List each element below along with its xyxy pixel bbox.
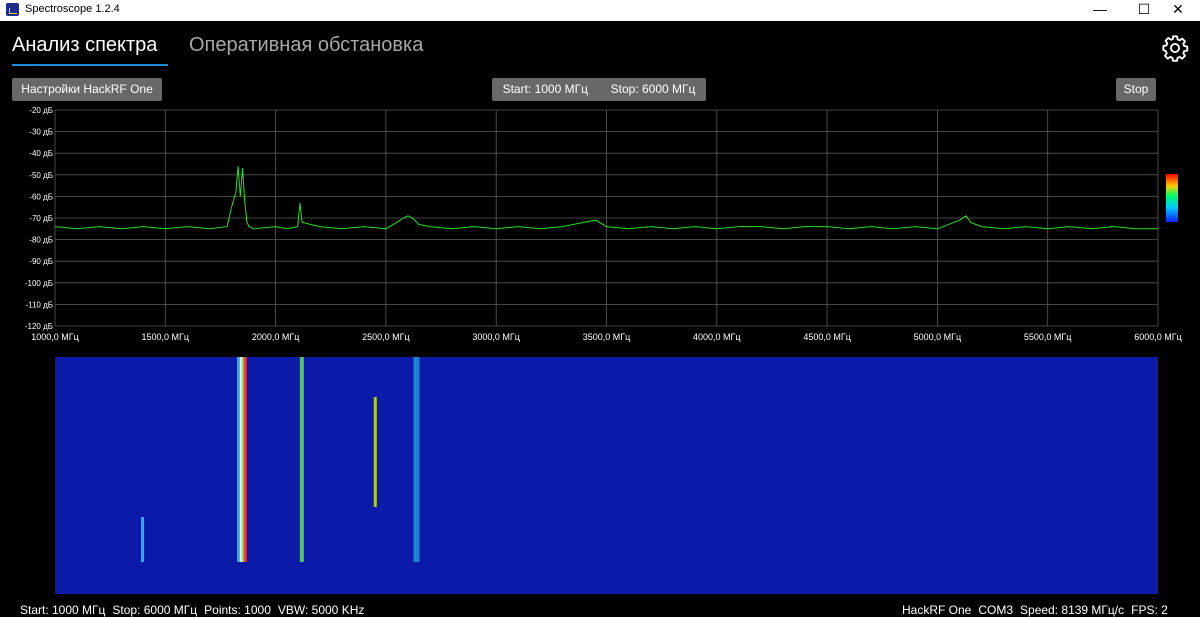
close-button[interactable]: ✕ — [1156, 0, 1200, 21]
y-tick-label: -110 дБ — [25, 300, 53, 309]
x-tick-label: 1000,0 МГц — [31, 332, 79, 342]
waterfall-signal-trace — [373, 397, 377, 507]
status-points: Points: 1000 — [204, 603, 271, 617]
status-device: HackRF One — [902, 603, 972, 617]
status-left: Start: 1000 МГц Stop: 6000 МГц Points: 100… — [20, 603, 371, 617]
status-vbw: VBW: 5000 KHz — [277, 603, 365, 617]
x-tick-label: 6000,0 МГц — [1134, 332, 1182, 342]
x-tick-label: 3000,0 МГц — [472, 332, 520, 342]
x-tick-label: 2000,0 МГц — [252, 332, 300, 342]
y-tick-label: -20 дБ — [29, 106, 53, 115]
waterfall-signal-trace — [413, 357, 420, 562]
waterfall-signal-trace — [299, 357, 304, 562]
x-tick-label: 3500,0 МГц — [583, 332, 631, 342]
stop-frequency-label: Stop: 6000 МГц — [610, 82, 696, 96]
x-tick-label: 1500,0 МГц — [142, 332, 190, 342]
x-axis-ticks: 1000,0 МГц 1500,0 МГц 2000,0 МГц 2500,0 МГц… — [31, 332, 1182, 342]
window-title: Spectroscope 1.2.4 — [25, 3, 120, 15]
chart-grid — [54, 109, 1159, 327]
y-tick-label: -30 дБ — [29, 128, 53, 137]
spectrum-chart: -20 дБ -30 дБ -40 дБ -50 дБ -60 дБ -70 дБ -80 … — [25, 106, 1182, 342]
frequency-range-button[interactable]: Start: 1000 МГц Stop: 6000 МГц — [492, 78, 706, 101]
status-start: Start: 1000 МГц — [20, 603, 106, 617]
y-axis-ticks: -20 дБ -30 дБ -40 дБ -50 дБ -60 дБ -70 дБ -80 … — [25, 106, 53, 331]
x-tick-label: 2500,0 МГц — [362, 332, 410, 342]
minimize-button[interactable]: — — [1078, 0, 1122, 21]
status-speed: Speed: 8139 МГц/с — [1020, 603, 1125, 617]
stop-button[interactable]: Stop — [1116, 78, 1156, 101]
x-tick-label: 4000,0 МГц — [693, 332, 741, 342]
y-tick-label: -70 дБ — [29, 214, 53, 223]
status-stop: Stop: 6000 МГц — [112, 603, 198, 617]
gear-icon[interactable] — [1161, 34, 1189, 62]
waterfall-signal-trace — [243, 357, 247, 562]
y-tick-label: -40 дБ — [29, 149, 53, 158]
active-tab-underline — [12, 64, 168, 66]
status-fps: FPS: 2 — [1131, 603, 1168, 617]
y-tick-label: -100 дБ — [25, 279, 53, 288]
waterfall-display — [55, 357, 1158, 594]
y-tick-label: -50 дБ — [29, 171, 53, 180]
y-tick-label: -80 дБ — [29, 236, 53, 245]
y-tick-label: -90 дБ — [29, 257, 53, 266]
status-right: HackRF One COM3 Speed: 8139 МГц/с FPS: 2 — [902, 603, 1175, 617]
x-tick-label: 4500,0 МГц — [803, 332, 851, 342]
hackrf-settings-button[interactable]: Настройки HackRF One — [12, 78, 162, 101]
status-port: COM3 — [978, 603, 1014, 617]
spectrum-app-icon — [6, 3, 19, 16]
tab-operational-situation[interactable]: Оперативная обстановка — [189, 34, 423, 64]
x-tick-label: 5500,0 МГц — [1024, 332, 1072, 342]
start-frequency-label: Start: 1000 МГц — [502, 82, 588, 96]
tab-spectrum-analysis[interactable]: Анализ спектра — [12, 34, 157, 64]
waterfall-signal-trace — [141, 517, 145, 562]
x-tick-label: 5000,0 МГц — [914, 332, 962, 342]
y-tick-label: -120 дБ — [25, 322, 53, 331]
color-scale-legend — [1166, 174, 1178, 222]
y-tick-label: -60 дБ — [29, 192, 53, 201]
window-titlebar: Spectroscope 1.2.4 — ☐ ✕ — [0, 0, 1200, 21]
